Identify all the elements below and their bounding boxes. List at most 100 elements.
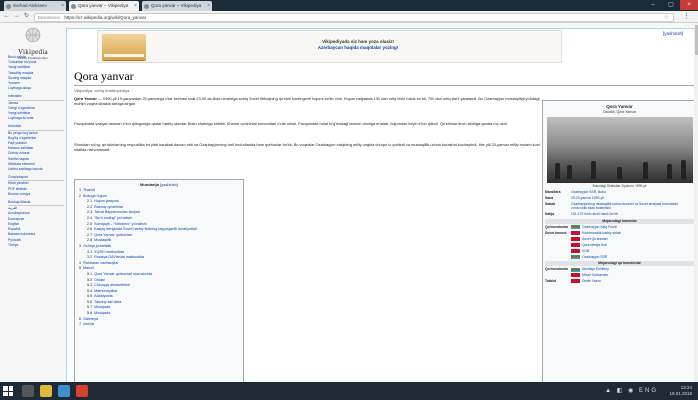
clock[interactable]: 13:24 19.01.2018 (669, 385, 692, 397)
wiki-page: Vikipedia Ochiq Ensiklopediya Bosh sahif… (0, 23, 698, 382)
toc-item-label: Oilalar (94, 277, 105, 282)
back-icon[interactable]: ← (2, 12, 11, 21)
flag-icon (571, 231, 580, 236)
flag-icon (571, 273, 580, 278)
toc-item-label: Sumqayit – "Neksimo" yo'nalishi (94, 221, 147, 226)
toc-item-number: 7 (79, 322, 82, 327)
infobox-key (545, 237, 571, 241)
infobox-key: Qo'mondonlar (545, 225, 569, 230)
edge-icon[interactable] (58, 385, 70, 397)
infobox-title: Qora Yanvar (606, 104, 633, 109)
infobox-link[interactable]: Mixail Gorbachev (582, 273, 608, 277)
infobox-key: Manzilara (545, 190, 561, 194)
infobox-value: 19-20-yanvar 1990-yil (571, 196, 694, 200)
toc-item-number: 5.2 (87, 277, 93, 282)
window-close-icon[interactable]: × (680, 0, 698, 10)
infobox-row: Ozarbayjon SSR (545, 255, 694, 259)
flag-icon (571, 267, 580, 272)
toc-item-label: Marhumiyatlar (94, 288, 118, 293)
tab-close-icon[interactable]: × (207, 1, 210, 11)
toc-item-label: Sharoit (83, 188, 95, 192)
infobox-link[interactable]: Ozarbayjon SSR, Boku (571, 190, 606, 194)
infobox-link[interactable]: Ozarbayjon SSR (582, 255, 607, 259)
infobox-link[interactable]: Abulfayz Elchibey (582, 267, 609, 271)
browser-tab-strip: Sərhəd Alekseev × Qara yanvar – Vikipedi… (0, 0, 698, 11)
scrollbar-thumb[interactable] (694, 25, 698, 55)
infobox-link[interactable]: Ozarbayjon Xalq Fronti (582, 225, 617, 229)
tray-language[interactable]: ENG (639, 388, 658, 394)
infobox-link[interactable]: Qora dengiz floti (582, 243, 607, 247)
photo-figure (642, 162, 648, 179)
search-icon[interactable] (22, 385, 34, 397)
toc-heading: Mundarija (139, 182, 159, 187)
infobox-value: KGB (571, 249, 694, 253)
infobox-value: Ozarbayjon Xalq Fronti (571, 225, 694, 230)
sidebar-item-print[interactable]: Bosma versiya (8, 192, 64, 197)
toc-item-number: 2.7 (87, 232, 93, 237)
banner-line-1: Vikipediyada siz ham yoza olasiz! (322, 39, 394, 44)
infobox-link[interactable]: KGB (582, 249, 589, 253)
infobox-value: Abulfayz Elchibey (571, 267, 694, 272)
infobox-link[interactable]: Ozarbayjonning mustaqillik uchun kurashi… (571, 202, 678, 210)
infobox-key: Sovet tomoni (545, 230, 567, 235)
banner-line-2[interactable]: Azərbaycan haqida maqolalar yozing! (248, 45, 468, 50)
url-input[interactable]: Безопасно https://uz.wikipedia.org/wiki/… (34, 12, 674, 22)
sidebar-item-donate[interactable]: Loyihaga ko'mak (8, 116, 64, 121)
toc-item-number: 2.2 (87, 204, 93, 209)
photo-figure (666, 164, 672, 179)
windows-taskbar: ▲ ◧ ◉ ENG 13:24 19.01.2018 (0, 382, 698, 400)
sidebar-item-tool[interactable]: Ushbu sahifaga havola (8, 167, 64, 172)
toc-item-number: 5.3 (87, 283, 93, 288)
flag-icon (571, 242, 580, 247)
toc-item-label: Mustaqillik (94, 238, 112, 243)
start-button-icon[interactable] (3, 386, 13, 396)
flag-icon (571, 236, 580, 241)
page-scrollbar[interactable] (694, 23, 698, 382)
url-text: https://uz.wikipedia.org/wiki/Qora_yanva… (64, 14, 147, 20)
sidebar-item-contact[interactable]: Loyihaga aloqa (8, 86, 64, 91)
infobox-link[interactable]: Dmitri Yazov (582, 279, 601, 283)
infobox-link[interactable]: 19-20-yanvar 1990-yil (571, 196, 604, 200)
sidebar-item-language[interactable]: Türkçe (8, 243, 64, 248)
toc-item-number: 5 (79, 266, 82, 271)
infobox-row: Qo'mondonlar Ozarbayjon Xalq Fronti (545, 225, 694, 230)
toc-item-label: Chiroqqa almashtirish (94, 283, 130, 288)
infobox-link[interactable]: Sovet Qo'shinlari (582, 237, 608, 241)
toc-item-label: Musiqada (94, 311, 111, 316)
infobox-key (545, 255, 571, 259)
toc-hide-link[interactable]: [yashirish] (160, 182, 178, 187)
minimize-icon[interactable]: – (644, 0, 662, 10)
tray-icons[interactable]: ▲ ◧ ◉ ENG (605, 387, 658, 394)
infobox-photo[interactable] (546, 117, 693, 183)
browser-tab[interactable]: Qora yanvar – Vikipediya × (142, 1, 212, 11)
infobox-row: Qo'mondonlar Abulfayz Elchibey (545, 267, 694, 272)
tab-close-icon[interactable]: × (134, 1, 137, 11)
site-tagline: Vikipediya, ochiq ensiklopediya (74, 88, 130, 93)
infobox-value: Mixail Gorbachev (571, 273, 694, 278)
banner-hide-link[interactable]: [yashirish] (663, 31, 683, 36)
infobox-subtitle: Ozodlik, Qora Yanvar (602, 110, 637, 114)
photo-figure (554, 163, 560, 179)
chrome-icon[interactable] (76, 385, 88, 397)
toc-item-label: "Bo'ri xoding" yo'nalishi (94, 215, 132, 220)
infobox-value: Ozarbayjonning mustaqillik uchun kurashi… (571, 202, 694, 211)
reload-icon[interactable]: ↻ (22, 12, 31, 21)
forward-icon[interactable]: → (12, 12, 21, 21)
browser-menu-icon[interactable]: ⋮ (683, 12, 690, 21)
toc-item[interactable]: 7 Izohlar (79, 322, 239, 328)
toc-item-label: XQSH matbuotida (94, 249, 124, 254)
flag-icon (571, 254, 580, 259)
file-explorer-icon[interactable] (40, 385, 52, 397)
tab-close-icon[interactable]: × (61, 1, 64, 11)
maximize-icon[interactable]: ▢ (662, 0, 680, 10)
infobox-link[interactable]: Kommunistik harbiy shtab (582, 231, 621, 235)
browser-tab[interactable]: Sərhəd Alekseev × (4, 1, 66, 11)
infobox-key: Natija (545, 212, 555, 217)
bookmark-star-icon[interactable]: ☆ (664, 14, 669, 22)
infobox-link[interactable]: 131-170 tinch aholi halok bo'ldi (571, 212, 617, 216)
page-title: Qora yanvar (74, 69, 134, 83)
tab-label: Qora yanvar – Vikipediya (151, 3, 202, 8)
browser-tab-active[interactable]: Qara yanvar – Vikipediya × (69, 1, 139, 11)
infobox-section-head: Mojarodagi qo'mondonlar (545, 260, 694, 266)
tab-favicon-icon (144, 4, 149, 9)
